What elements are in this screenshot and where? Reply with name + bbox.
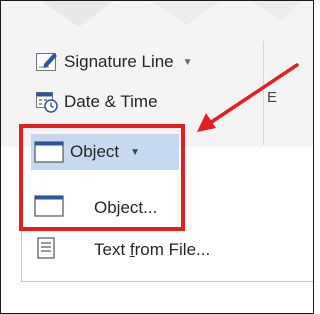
chevron-down-icon[interactable]: ▼ xyxy=(130,147,140,158)
date-time-button[interactable]: Date & Time xyxy=(35,89,158,115)
ribbon-group-label-partial: E xyxy=(267,89,278,106)
signature-line-button[interactable]: Signature Line ▼ xyxy=(35,49,193,75)
text-file-icon xyxy=(34,236,64,264)
signature-line-chevron-down-icon[interactable]: ▼ xyxy=(183,57,193,68)
object-button-label: Object xyxy=(70,142,120,161)
date-time-icon xyxy=(35,90,59,114)
object-icon xyxy=(34,140,64,164)
menu-item-text-from-file[interactable]: Text from File... xyxy=(22,228,313,272)
date-time-label: Date & Time xyxy=(64,92,158,111)
menu-item-text-from-file-label: Text from File... xyxy=(94,240,210,260)
object-dropdown-button[interactable]: Object ▼ xyxy=(31,134,179,170)
object-icon xyxy=(34,194,64,222)
signature-line-icon xyxy=(35,50,59,74)
ribbon-insert-tab: Signature Line ▼ Date & Time E xyxy=(1,1,313,147)
ribbon-top-decoration xyxy=(41,1,301,27)
label-part-before: Text xyxy=(94,240,130,259)
ribbon-group-separator xyxy=(263,41,264,145)
menu-item-object-label: Object... xyxy=(94,198,158,217)
signature-line-label: Signature Line xyxy=(64,52,174,71)
object-dropdown-menu: Object... Text from File... xyxy=(21,170,313,282)
screenshot-frame: Signature Line ▼ Date & Time E Object ▼ … xyxy=(0,0,314,314)
menu-item-object[interactable]: Object... xyxy=(22,188,313,228)
label-part-after: rom File... xyxy=(134,240,211,259)
